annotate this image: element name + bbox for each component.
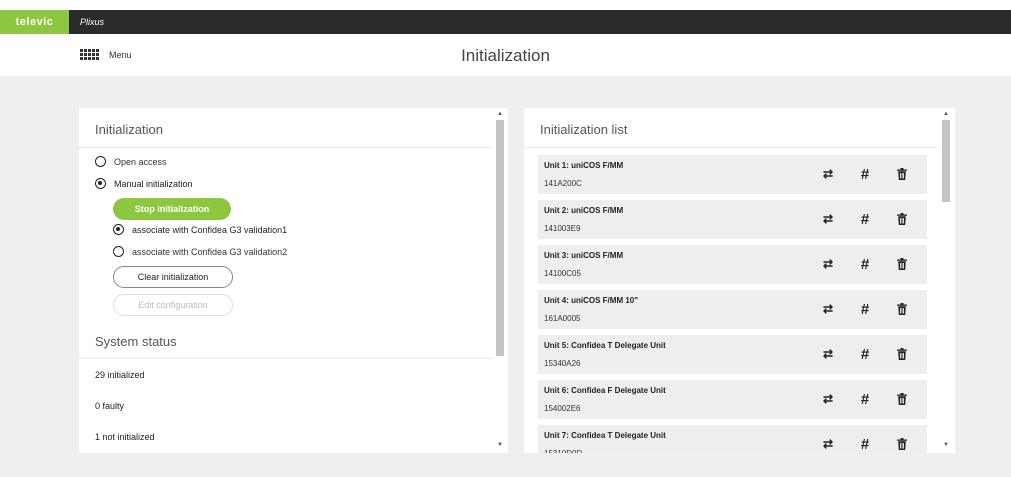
swap-icon[interactable]: ⇄ (821, 257, 835, 271)
system-status-title: System status (95, 334, 177, 349)
left-scrollbar-thumb[interactable] (496, 120, 504, 356)
hash-icon[interactable]: # (858, 256, 872, 273)
list-item: Unit 2: uniCOS F/MM 141003E9 ⇄ # (538, 200, 927, 239)
unit-serial: 15310D0D (544, 449, 582, 453)
swap-icon[interactable]: ⇄ (821, 392, 835, 406)
radio-checked-icon (95, 178, 106, 189)
initialization-panel-title: Initialization (95, 122, 163, 137)
radio-unchecked-icon (95, 156, 106, 167)
list-item: Unit 3: uniCOS F/MM 14100C05 ⇄ # (538, 245, 927, 284)
associate-validation2-label: associate with Confidea G3 validation2 (132, 246, 288, 257)
trash-icon[interactable] (895, 257, 909, 271)
list-item: Unit 6: Confidea F Delegate Unit 154002E6… (538, 380, 927, 419)
swap-icon[interactable]: ⇄ (821, 302, 835, 316)
divider (79, 147, 492, 148)
list-item: Unit 1: uniCOS F/MM 141A200C ⇄ # (538, 155, 927, 194)
page-title: Initialization (461, 46, 550, 65)
right-scrollbar-thumb[interactable] (942, 120, 950, 202)
swap-icon[interactable]: ⇄ (821, 212, 835, 226)
hash-icon[interactable]: # (858, 391, 872, 408)
hash-icon[interactable]: # (858, 346, 872, 363)
top-bar: televic Plixus (0, 10, 1011, 34)
edit-configuration-button: Edit configuration (113, 294, 233, 316)
initialization-list-title: Initialization list (540, 122, 628, 137)
unit-name: Unit 6: Confidea F Delegate Unit (544, 386, 666, 395)
initialized-count: 29 initialized (95, 370, 145, 380)
unit-serial: 141003E9 (544, 224, 581, 233)
trash-icon[interactable] (895, 392, 909, 406)
faulty-count: 0 faulty (95, 401, 125, 411)
unit-serial: 154002E6 (544, 404, 581, 413)
scroll-up-arrow[interactable]: ▲ (496, 110, 504, 118)
open-access-label: Open access (114, 156, 167, 167)
list-item: Unit 5: Confidea T Delegate Unit 15340A26… (538, 335, 927, 374)
unit-serial: 141A200C (544, 179, 582, 188)
swap-icon[interactable]: ⇄ (821, 437, 835, 451)
hash-icon[interactable]: # (858, 166, 872, 183)
page-header: Menu Initialization (0, 34, 1011, 76)
manual-initialization-radio[interactable]: Manual initialization (95, 178, 193, 189)
content-area: Initialization Open access Manual initia… (0, 76, 1011, 477)
trash-icon[interactable] (895, 347, 909, 361)
trash-icon[interactable] (895, 437, 909, 451)
radio-unchecked-icon (113, 246, 124, 257)
stop-initialization-button[interactable]: Stop initialization (113, 198, 231, 220)
unit-name: Unit 5: Confidea T Delegate Unit (544, 341, 666, 350)
app-name: Plixus (80, 17, 105, 27)
unit-serial: 161A0005 (544, 314, 581, 323)
trash-icon[interactable] (895, 212, 909, 226)
unit-serial: 14100C05 (544, 269, 581, 278)
scroll-up-arrow[interactable]: ▲ (942, 110, 950, 118)
open-access-radio[interactable]: Open access (95, 156, 167, 167)
unit-name: Unit 7: Confidea T Delegate Unit (544, 431, 666, 440)
clear-initialization-button[interactable]: Clear initialization (113, 266, 233, 288)
hash-icon[interactable]: # (858, 211, 872, 228)
initialization-panel: Initialization Open access Manual initia… (79, 108, 508, 453)
list-item: Unit 4: uniCOS F/MM 10" 161A0005 ⇄ # (538, 290, 927, 329)
swap-icon[interactable]: ⇄ (821, 167, 835, 181)
not-initialized-count: 1 not initialized (95, 432, 155, 442)
unit-name: Unit 3: uniCOS F/MM (544, 251, 624, 260)
associate-validation1-label: associate with Confidea G3 validation1 (132, 224, 288, 235)
associate-validation1-radio[interactable]: associate with Confidea G3 validation1 (113, 224, 287, 235)
radio-checked-icon (113, 224, 124, 235)
divider (79, 358, 492, 359)
initialization-list-panel: Initialization list Unit 1: uniCOS F/MM 1… (524, 108, 955, 453)
list-item: Unit 7: Confidea T Delegate Unit 15310D0D… (538, 425, 927, 453)
unit-name: Unit 2: uniCOS F/MM (544, 206, 624, 215)
hash-icon[interactable]: # (858, 436, 872, 453)
divider (524, 147, 937, 148)
unit-name: Unit 1: uniCOS F/MM (544, 161, 624, 170)
associate-validation2-radio[interactable]: associate with Confidea G3 validation2 (113, 246, 287, 257)
manual-initialization-label: Manual initialization (114, 178, 193, 189)
hash-icon[interactable]: # (858, 301, 872, 318)
televic-logo: televic (0, 10, 69, 34)
trash-icon[interactable] (895, 167, 909, 181)
swap-icon[interactable]: ⇄ (821, 347, 835, 361)
unit-serial: 15340A26 (544, 359, 581, 368)
scroll-down-arrow[interactable]: ▼ (496, 441, 504, 449)
scroll-down-arrow[interactable]: ▼ (942, 441, 950, 449)
unit-name: Unit 4: uniCOS F/MM 10" (544, 296, 639, 305)
trash-icon[interactable] (895, 302, 909, 316)
